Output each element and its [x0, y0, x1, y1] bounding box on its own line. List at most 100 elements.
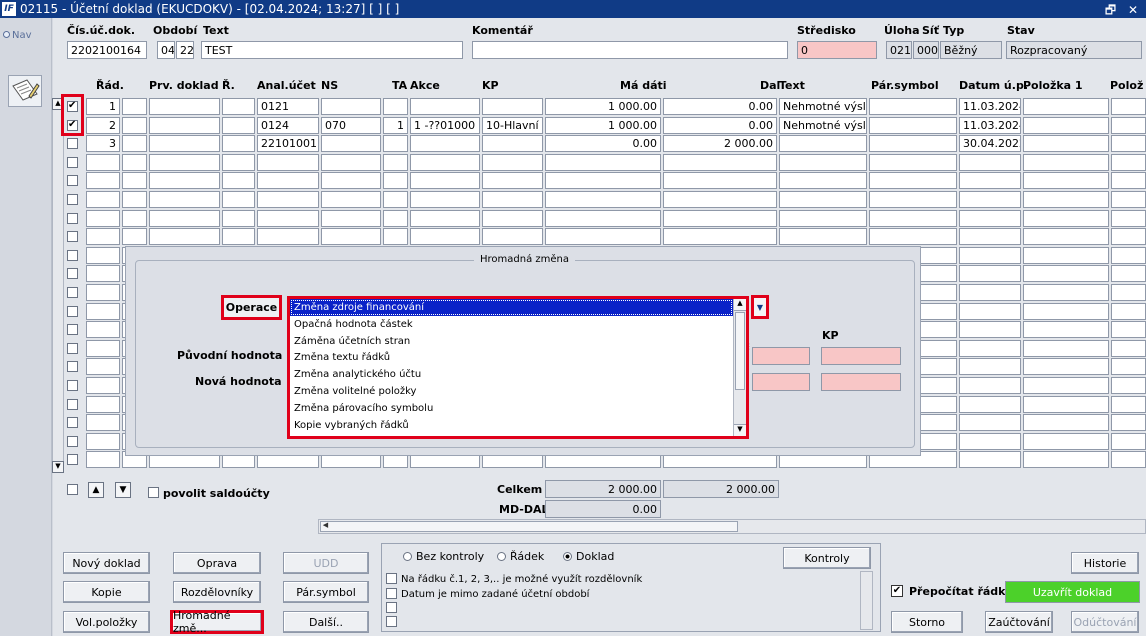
table-cell[interactable] [1111, 172, 1146, 189]
table-cell-kp[interactable] [482, 228, 543, 245]
table-cell-ns[interactable] [321, 98, 381, 115]
oprava-button[interactable]: Oprava [173, 552, 261, 574]
table-cell-datum[interactable] [959, 303, 1021, 320]
row-checkbox[interactable] [67, 343, 78, 354]
row-checkbox[interactable] [67, 287, 78, 298]
row-checkbox[interactable] [67, 175, 78, 186]
table-cell-rad[interactable]: 1 [86, 98, 120, 115]
table-cell-rad[interactable] [86, 247, 120, 264]
table-cell-akce[interactable] [410, 154, 480, 171]
table-cell-rad[interactable] [86, 433, 120, 450]
table-cell-datum[interactable] [959, 265, 1021, 282]
table-cell[interactable] [1023, 154, 1109, 171]
table-cell-madati[interactable] [545, 172, 661, 189]
table-cell-anal[interactable] [257, 191, 319, 208]
table-cell-rad[interactable] [86, 321, 120, 338]
table-cell[interactable] [1111, 191, 1146, 208]
table-cell-ta[interactable] [383, 191, 408, 208]
table-cell[interactable] [149, 210, 220, 227]
table-cell-datum[interactable] [959, 414, 1021, 431]
table-cell[interactable] [222, 135, 255, 152]
table-cell-akce[interactable] [410, 98, 480, 115]
table-cell-rad[interactable] [86, 303, 120, 320]
row-checkbox[interactable] [67, 417, 78, 428]
table-cell-dal[interactable] [663, 191, 777, 208]
table-cell-ns[interactable]: 070 [321, 117, 381, 134]
table-cell-anal[interactable] [257, 228, 319, 245]
table-cell[interactable] [222, 98, 255, 115]
table-cell-kp[interactable] [482, 98, 543, 115]
table-cell-text[interactable] [779, 228, 867, 245]
table-cell[interactable] [1023, 191, 1109, 208]
table-cell[interactable] [869, 98, 957, 115]
message-checkbox[interactable] [386, 588, 397, 599]
table-cell[interactable] [869, 154, 957, 171]
edit-tool-button[interactable] [8, 75, 42, 107]
table-cell[interactable] [1023, 172, 1109, 189]
hscroll-left-icon[interactable]: ◀ [320, 521, 331, 532]
move-up-icon[interactable]: ▲ [88, 482, 104, 498]
row-checkbox[interactable] [67, 194, 78, 205]
radio-radek[interactable]: Řádek [497, 550, 544, 563]
table-cell[interactable] [869, 117, 957, 134]
table-cell[interactable] [1111, 284, 1146, 301]
table-cell-dal[interactable]: 0.00 [663, 98, 777, 115]
table-cell[interactable] [869, 228, 957, 245]
table-cell-akce[interactable] [410, 210, 480, 227]
table-cell-kp[interactable] [482, 210, 543, 227]
operace-option[interactable]: Záměna účetních stran [290, 333, 733, 350]
table-cell-text[interactable]: Nehmotné výsledl [779, 117, 867, 134]
table-cell-datum[interactable] [959, 340, 1021, 357]
table-cell-kp[interactable] [482, 154, 543, 171]
table-cell[interactable] [869, 191, 957, 208]
listbox-down-icon[interactable]: ▼ [734, 424, 746, 436]
table-cell-text[interactable] [779, 154, 867, 171]
table-cell[interactable] [1111, 228, 1146, 245]
table-cell[interactable] [122, 135, 147, 152]
storno-button[interactable]: Storno [891, 611, 963, 633]
table-cell-rad[interactable]: 2 [86, 117, 120, 134]
table-cell-rad[interactable] [86, 377, 120, 394]
table-cell-dal[interactable] [663, 172, 777, 189]
table-cell-datum[interactable]: 11.03.2024 [959, 98, 1021, 115]
stredisko-field[interactable]: 0 [797, 41, 877, 59]
row-checkbox[interactable] [67, 250, 78, 261]
table-cell[interactable] [1111, 377, 1146, 394]
table-cell[interactable] [869, 135, 957, 152]
table-cell-ns[interactable] [321, 135, 381, 152]
row-checkbox[interactable] [67, 436, 78, 447]
scroll-down-icon[interactable]: ▼ [52, 461, 64, 473]
table-cell-dal[interactable] [663, 154, 777, 171]
operace-option[interactable]: Změna párovacího symbolu [290, 400, 733, 417]
listbox-scrollbar[interactable]: ▲ ▼ [733, 299, 746, 436]
table-cell-ta[interactable] [383, 228, 408, 245]
row-checkbox[interactable]: ✔ [67, 100, 78, 112]
scroll-up-icon[interactable]: ▲ [52, 98, 64, 110]
table-cell-ns[interactable] [321, 210, 381, 227]
nova-kp-field[interactable] [821, 373, 901, 391]
table-cell-akce[interactable]: 1 -??01000 pr [410, 117, 480, 134]
volpolozky-button[interactable]: Vol.položky [63, 611, 150, 633]
table-cell-kp[interactable] [482, 191, 543, 208]
table-cell-datum[interactable] [959, 451, 1021, 468]
parsymbol-button[interactable]: Pár.symbol [283, 581, 369, 603]
table-cell[interactable] [1023, 321, 1109, 338]
row-checkbox[interactable] [67, 231, 78, 242]
table-cell[interactable] [1023, 451, 1109, 468]
row-checkbox[interactable] [67, 361, 78, 372]
table-cell[interactable] [1111, 340, 1146, 357]
table-cell[interactable] [149, 172, 220, 189]
table-cell-text[interactable]: Nehmotné výsledl [779, 98, 867, 115]
row-checkbox[interactable]: ✔ [67, 119, 78, 131]
table-cell-datum[interactable] [959, 210, 1021, 227]
table-cell[interactable] [149, 135, 220, 152]
table-cell[interactable] [1023, 284, 1109, 301]
select-all-checkbox[interactable] [67, 484, 78, 495]
table-cell-madati[interactable]: 1 000.00 [545, 117, 661, 134]
hscroll-thumb[interactable] [320, 521, 738, 532]
table-cell[interactable] [1023, 377, 1109, 394]
udd-button[interactable]: UDD [283, 552, 369, 574]
puvodni-field-a[interactable] [752, 347, 810, 365]
table-cell-ta[interactable] [383, 98, 408, 115]
table-cell[interactable] [869, 210, 957, 227]
